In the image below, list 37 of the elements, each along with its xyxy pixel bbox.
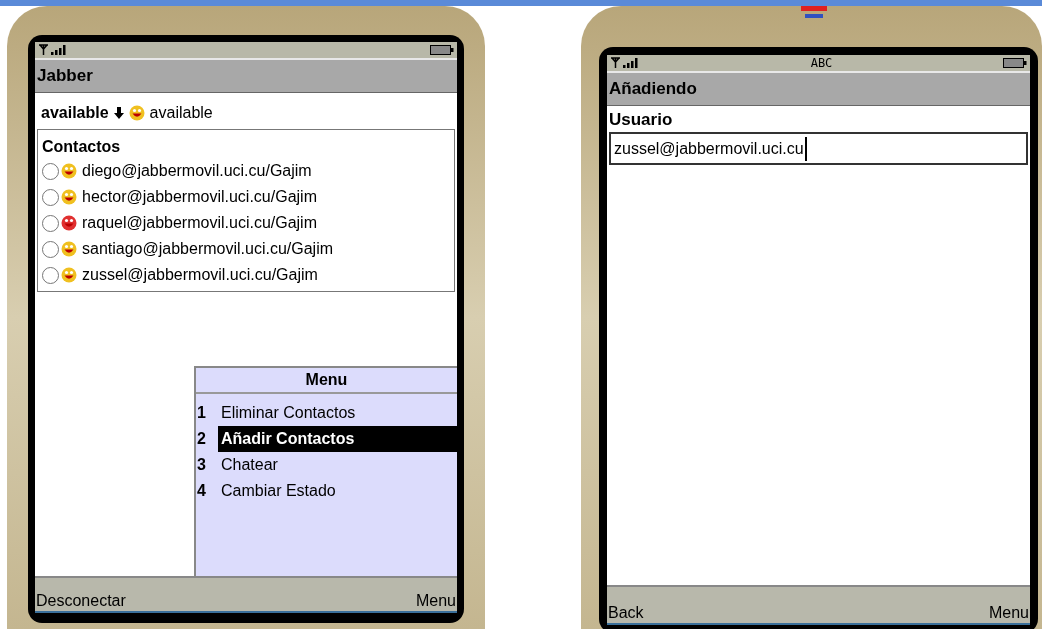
contacts-heading: Contactos [42, 137, 122, 157]
radio-button[interactable] [42, 162, 59, 180]
softkey-right[interactable]: Menu [415, 591, 456, 611]
battery-icon [1003, 58, 1027, 68]
contact-address: hector@jabbermovil.uci.cu/Gajim [82, 187, 317, 207]
input-mode: ABC [810, 57, 833, 69]
softkey-right[interactable]: Menu [988, 603, 1029, 623]
menu-item[interactable]: Eliminar Contactos [218, 400, 457, 426]
signal-icon [38, 44, 68, 56]
menu-item-number: 4 [196, 481, 207, 501]
presence-value: available [149, 103, 213, 123]
dropdown-arrow-icon[interactable] [113, 107, 124, 119]
contact-address: raquel@jabbermovil.uci.cu/Gajim [82, 213, 317, 233]
screen-title: Añadiendo [609, 78, 697, 101]
menu-item[interactable]: Cambiar Estado [218, 478, 457, 504]
radio-button[interactable] [42, 188, 59, 206]
menu-item-number: 1 [196, 403, 207, 423]
softkey-left[interactable]: Desconectar [36, 591, 126, 611]
radio-button[interactable] [42, 214, 59, 232]
screen-title: Jabber [37, 65, 93, 88]
signal-icon [610, 57, 640, 69]
presence-label: available [41, 103, 109, 123]
menu-item-number: 3 [196, 455, 207, 475]
radio-button[interactable] [42, 266, 59, 284]
contact-address: diego@jabbermovil.uci.cu/Gajim [82, 161, 312, 181]
logo-icon [799, 6, 829, 20]
contact-address: zussel@jabbermovil.uci.cu/Gajim [82, 265, 318, 285]
radio-button[interactable] [42, 240, 59, 258]
menu-item-number: 2 [196, 429, 207, 449]
usuario-field[interactable]: zussel@jabbermovil.uci.cu [609, 132, 1028, 165]
battery-icon [430, 45, 454, 55]
menu-item[interactable]: Chatear [218, 452, 457, 478]
field-label: Usuario [609, 109, 674, 131]
menu-item[interactable]: Añadir Contactos [218, 426, 457, 452]
menu-title: Menu [305, 370, 348, 390]
contact-address: santiago@jabbermovil.uci.cu/Gajim [82, 239, 333, 259]
softkey-left[interactable]: Back [608, 603, 644, 623]
